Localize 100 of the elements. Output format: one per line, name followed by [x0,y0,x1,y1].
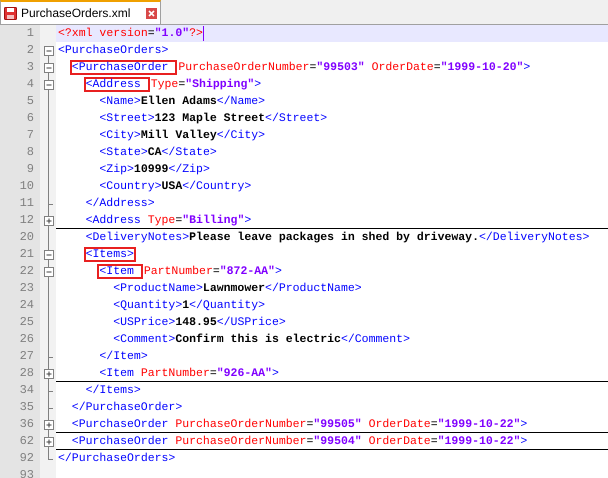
code-token: OrderDate [370,60,434,75]
code-token: 1 [182,298,190,313]
code-token: PurchaseOrderNumber [178,60,310,75]
code-token: <Country> [99,179,162,194]
code-token: "Billing" [182,212,244,228]
code-token: </ProductName> [265,281,362,296]
line-number: 93 [0,467,40,478]
code-token: 123 Maple Street [154,111,266,126]
line-number: 2 [0,42,40,59]
code-token: = [430,416,438,432]
line-number: 5 [0,93,40,110]
line-number: 4 [0,76,40,93]
code-token: = [306,434,314,448]
code-token: "1999-10-22" [438,434,520,448]
file-tab[interactable]: PurchaseOrders.xml [0,0,162,24]
code-token: = [434,60,441,75]
highlighted-tag: <Item [97,264,143,279]
code-token: > [520,416,528,432]
code-token: "926-AA" [216,366,272,380]
line-number: 35 [0,399,40,416]
code-token: > [520,434,528,448]
code-token: Lawnmower [202,281,266,296]
line-number: 92 [0,450,40,467]
code-token: "872-AA" [220,264,275,279]
code-token: "1999-10-22" [438,416,520,432]
code-token: "99505" [313,416,362,432]
line-number: 22 [0,263,40,280]
code-token: Ellen Adams [140,94,217,109]
code-token: <?xml [58,26,94,41]
code-token: 148.95 [175,315,217,330]
fold-plus-icon[interactable] [44,216,54,226]
code-token: = [212,264,220,279]
code-token: </DeliveryNotes> [478,230,590,245]
code-token: <PurchaseOrder [72,434,170,448]
close-button[interactable] [146,8,158,18]
code-token: USA [162,179,182,194]
line-number: 21 [0,246,40,263]
code-token: = [306,416,314,432]
line-number: 3 [0,59,40,76]
code-token: <Item [99,366,135,380]
code-token: Type [148,212,176,228]
fold-plus-icon[interactable] [44,420,54,430]
line-number: 8 [0,144,40,161]
line-number: 36 [0,416,40,433]
code-token: </Item> [99,349,148,364]
code-token: "99504" [313,434,362,448]
code-token: <Zip> [99,162,134,177]
code-token: Mill Valley [140,128,217,143]
fold-minus-icon[interactable] [44,266,54,276]
code-token: <PurchaseOrder [72,416,170,432]
code-token: > [523,60,530,75]
code-token: > [272,366,279,380]
code-token: = [178,77,186,92]
code-token: OrderDate [368,416,431,432]
code-token: OrderDate [368,434,431,448]
fold-plus-icon[interactable] [44,368,54,378]
highlighted-tag: <Items> [84,247,136,262]
highlighted-tag: <Address [84,77,150,92]
line-number: 24 [0,297,40,314]
line-number: 9 [0,161,40,178]
line-number: 27 [0,348,40,365]
code-token: = [309,60,316,75]
code-token: "1.0" [154,26,190,41]
code-token: </State> [162,145,217,160]
code-token: <Quantity> [113,298,182,313]
code-token: </City> [216,128,266,143]
code-token: </PurchaseOrder> [72,400,182,415]
line-number: 34 [0,382,40,399]
code-token: = [175,212,182,228]
line-number: 7 [0,127,40,144]
code-token: "99503" [316,60,365,75]
code-token: > [274,264,282,279]
code-token: <ProductName> [113,281,203,296]
code-token: version [99,26,148,41]
fold-minus-icon[interactable] [44,250,54,260]
code-token: PurchaseOrderNumber [175,416,306,432]
fold-plus-icon[interactable] [44,436,54,446]
code-token: Confirm this is electric [175,332,341,347]
code-token: = [430,434,438,448]
line-number: 62 [0,433,40,450]
code-token: 10999 [134,162,168,177]
fold-minus-icon[interactable] [44,80,54,90]
code-token: PurchaseOrderNumber [175,434,306,448]
code-token: <City> [99,128,141,143]
line-number: 23 [0,280,40,297]
code-token: PartNumber [144,264,213,279]
fold-minus-icon[interactable] [44,46,54,56]
code-token: <USPrice> [113,315,176,330]
code-token: <Address [86,212,142,228]
code-token: = [210,366,217,380]
code-token: <DeliveryNotes> [86,230,190,245]
code-token: Please leave packages in shed by driveway. [189,230,479,245]
code-token: <Street> [99,111,155,126]
fold-minus-icon[interactable] [44,62,54,72]
code-token: <Comment> [113,332,176,347]
line-number: 6 [0,110,40,127]
code-token: </Items> [86,383,141,398]
code-token: </Quantity> [189,298,266,313]
code-token: ?> [189,26,203,41]
code-token: <PurchaseOrders> [58,43,168,58]
